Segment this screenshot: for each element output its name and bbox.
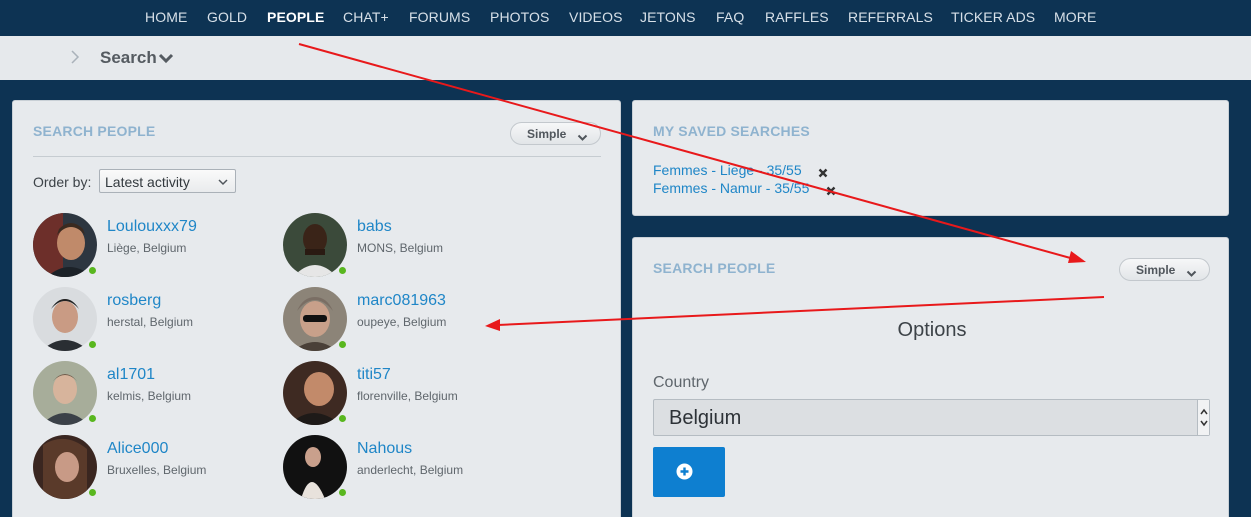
user-location: kelmis, Belgium: [107, 389, 192, 403]
saved-search-link[interactable]: Femmes - Liege - 35/55: [653, 162, 802, 178]
online-indicator: [87, 265, 98, 276]
nav-item-chat[interactable]: CHAT+: [343, 9, 389, 25]
user-location: Bruxelles, Belgium: [107, 463, 207, 477]
nav-item-faq[interactable]: FAQ: [716, 9, 744, 25]
user-location: anderlecht, Belgium: [357, 463, 464, 477]
online-indicator: [337, 339, 348, 350]
user-name[interactable]: titi57: [357, 366, 391, 384]
user-name[interactable]: marc081963: [357, 292, 446, 310]
search-people-panel: SEARCH PEOPLE Simple Order by: Latest ac…: [12, 100, 621, 517]
user-name[interactable]: babs: [357, 218, 392, 236]
user-card[interactable]: babs MONS, Belgium: [283, 213, 523, 279]
nav-item-more[interactable]: MORE: [1054, 9, 1096, 25]
user-name[interactable]: al1701: [107, 366, 155, 384]
nav-item-raffles[interactable]: RAFFLES: [765, 9, 829, 25]
nav-item-jetons[interactable]: JETONS: [640, 9, 696, 25]
order-by-value: Latest activity: [105, 174, 190, 190]
options-heading: Options: [897, 319, 967, 341]
remove-icon[interactable]: [818, 165, 828, 183]
user-location: MONS, Belgium: [357, 241, 444, 255]
user-card[interactable]: titi57 florenville, Belgium: [283, 361, 523, 427]
user-name[interactable]: Alice000: [107, 440, 168, 458]
search-mode-toggle[interactable]: Simple: [510, 122, 601, 145]
search-mode-label: Simple: [527, 127, 567, 141]
chevron-right-icon: [70, 49, 80, 70]
order-by-label: Order by:: [33, 174, 92, 190]
plus-circle-icon: [676, 463, 693, 485]
nav-item-videos[interactable]: VIDEOS: [569, 9, 623, 25]
user-card[interactable]: Nahous anderlecht, Belgium: [283, 435, 523, 501]
remove-icon[interactable]: [826, 183, 836, 201]
panel-title: SEARCH PEOPLE: [33, 123, 156, 139]
user-card[interactable]: Alice000 Bruxelles, Belgium: [33, 435, 273, 501]
online-indicator: [87, 339, 98, 350]
nav-item-photos[interactable]: PHOTOS: [490, 9, 549, 25]
user-card[interactable]: Loulouxxx79 Liège, Belgium: [33, 213, 273, 279]
add-criteria-button[interactable]: [653, 447, 725, 497]
search-options-panel: SEARCH PEOPLE Simple Options Country Bel…: [632, 237, 1229, 517]
chevron-down-icon[interactable]: [158, 51, 174, 69]
divider: [33, 156, 601, 157]
user-card[interactable]: al1701 kelmis, Belgium: [33, 361, 273, 427]
nav-item-home[interactable]: HOME: [145, 9, 187, 25]
online-indicator: [337, 265, 348, 276]
saved-searches-panel: MY SAVED SEARCHES Femmes - Liege - 35/55…: [632, 100, 1229, 216]
breadcrumb: Search: [0, 36, 1251, 80]
online-indicator: [337, 413, 348, 424]
nav-item-gold[interactable]: GOLD: [207, 9, 247, 25]
country-label: Country: [653, 374, 710, 391]
nav-item-referrals[interactable]: REFERRALS: [848, 9, 933, 25]
user-name[interactable]: Loulouxxx79: [107, 218, 197, 236]
country-select[interactable]: Belgium: [653, 399, 1210, 436]
top-navigation: HOME GOLD PEOPLE CHAT+ FORUMS PHOTOS VID…: [0, 0, 1251, 36]
country-value: Belgium: [669, 407, 742, 429]
nav-item-forums[interactable]: FORUMS: [409, 9, 470, 25]
online-indicator: [87, 487, 98, 498]
chevron-down-icon: [577, 131, 588, 145]
user-location: Liège, Belgium: [107, 241, 187, 255]
user-name[interactable]: rosberg: [107, 292, 161, 310]
user-location: herstal, Belgium: [107, 315, 194, 329]
user-location: oupeye, Belgium: [357, 315, 447, 329]
online-indicator: [87, 413, 98, 424]
saved-search-link[interactable]: Femmes - Namur - 35/55: [653, 180, 809, 196]
online-indicator: [337, 487, 348, 498]
order-by-select[interactable]: Latest activity: [99, 169, 236, 193]
panel-title: SEARCH PEOPLE: [653, 260, 776, 276]
breadcrumb-search-label[interactable]: Search: [100, 48, 157, 68]
nav-item-people[interactable]: PEOPLE: [267, 9, 324, 25]
user-card[interactable]: rosberg herstal, Belgium: [33, 287, 273, 353]
search-mode-label: Simple: [1136, 263, 1176, 277]
chevron-down-icon: [1186, 267, 1197, 281]
chevron-down-icon: [217, 175, 229, 191]
search-mode-toggle[interactable]: Simple: [1119, 258, 1210, 281]
panel-title: MY SAVED SEARCHES: [653, 123, 810, 139]
user-location: florenville, Belgium: [357, 389, 458, 403]
user-card[interactable]: marc081963 oupeye, Belgium: [283, 287, 523, 353]
nav-item-ticker-ads[interactable]: TICKER ADS: [951, 9, 1035, 25]
select-spinner-icon: [1197, 400, 1209, 435]
user-name[interactable]: Nahous: [357, 440, 412, 458]
